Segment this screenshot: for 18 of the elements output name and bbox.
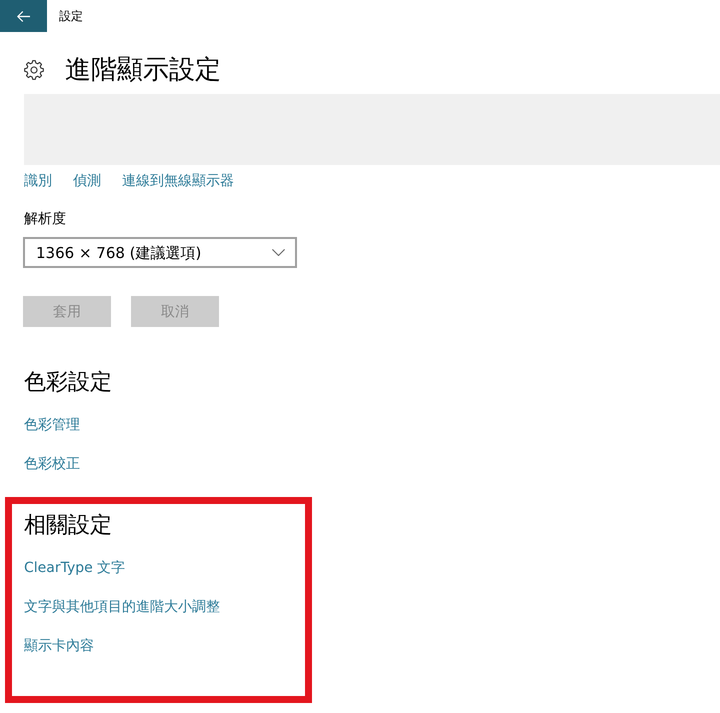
settings-link[interactable]: 顯示卡內容: [24, 637, 94, 655]
resolution-dropdown[interactable]: 1366 × 768 (建議選項): [23, 237, 297, 268]
back-button[interactable]: [0, 0, 47, 32]
resolution-label: 解析度: [24, 210, 66, 228]
display-link[interactable]: 偵測: [73, 172, 101, 190]
display-link[interactable]: 識別: [24, 172, 52, 190]
display-link[interactable]: 連線到無線顯示器: [122, 172, 234, 190]
page-title: 進階顯示設定: [65, 54, 221, 86]
section-heading: 色彩設定: [24, 369, 112, 397]
window-title: 設定: [59, 8, 83, 24]
settings-link[interactable]: 色彩管理: [24, 416, 80, 434]
settings-link[interactable]: 色彩校正: [24, 455, 80, 473]
settings-link[interactable]: ClearType 文字: [24, 559, 126, 577]
chevron-down-icon: [272, 249, 285, 256]
settings-icon: [24, 60, 44, 80]
settings-link[interactable]: 文字與其他項目的進階大小調整: [24, 598, 220, 616]
arrow-left-icon: [17, 10, 30, 22]
section-heading: 相關設定: [24, 512, 112, 540]
